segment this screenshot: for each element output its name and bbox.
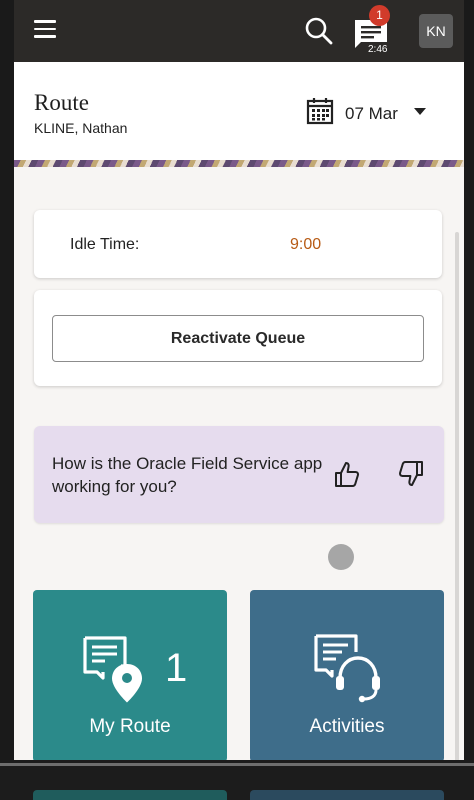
route-map-pin-icon — [83, 636, 142, 703]
feedback-question: How is the Oracle Field Service app work… — [52, 454, 323, 496]
search-icon[interactable] — [304, 16, 334, 46]
scrollbar[interactable] — [455, 232, 459, 800]
caret-down-icon[interactable] — [414, 108, 426, 115]
avatar[interactable]: KN — [419, 14, 453, 48]
resource-name: KLINE, Nathan — [34, 120, 128, 136]
queue-card: Reactivate Queue — [34, 290, 442, 386]
my-route-tile[interactable]: 1 My Route — [33, 590, 227, 762]
date-selector[interactable]: 07 Mar — [345, 104, 398, 124]
notification-badge: 1 — [369, 5, 390, 26]
my-route-label: My Route — [89, 716, 171, 737]
activities-headset-icon — [314, 634, 380, 703]
feedback-card: How is the Oracle Field Service app work… — [34, 426, 444, 523]
next-tile-left[interactable] — [33, 790, 227, 800]
activities-label: Activities — [309, 716, 385, 737]
next-tile-right[interactable] — [250, 790, 444, 800]
route-count: 1 — [165, 646, 188, 690]
thumbs-up-icon[interactable] — [334, 460, 360, 488]
activities-tile[interactable]: Activities — [250, 590, 444, 762]
reactivate-queue-button[interactable]: Reactivate Queue — [52, 315, 424, 362]
hamburger-menu-icon[interactable] — [34, 20, 56, 38]
chat-time: 2:46 — [368, 44, 388, 55]
page-title: Route — [34, 90, 89, 115]
calendar-icon[interactable] — [306, 97, 334, 125]
main-content: Route KLINE, Nathan 07 Mar Idle Time: 9:… — [14, 62, 464, 800]
touch-indicator — [328, 544, 354, 570]
device-frame: 1 2:46 KN Route KLINE, Nathan 07 Mar Idl… — [0, 0, 474, 800]
idle-time-card: Idle Time: 9:00 — [34, 210, 442, 278]
idle-time-value: 9:00 — [290, 236, 322, 253]
decorative-banner — [14, 160, 464, 167]
thumbs-down-icon[interactable] — [398, 460, 424, 488]
idle-time-label: Idle Time: — [70, 236, 140, 253]
divider — [0, 763, 474, 766]
page-header: Route KLINE, Nathan 07 Mar — [14, 62, 464, 160]
top-app-bar: 1 2:46 KN — [14, 0, 464, 62]
